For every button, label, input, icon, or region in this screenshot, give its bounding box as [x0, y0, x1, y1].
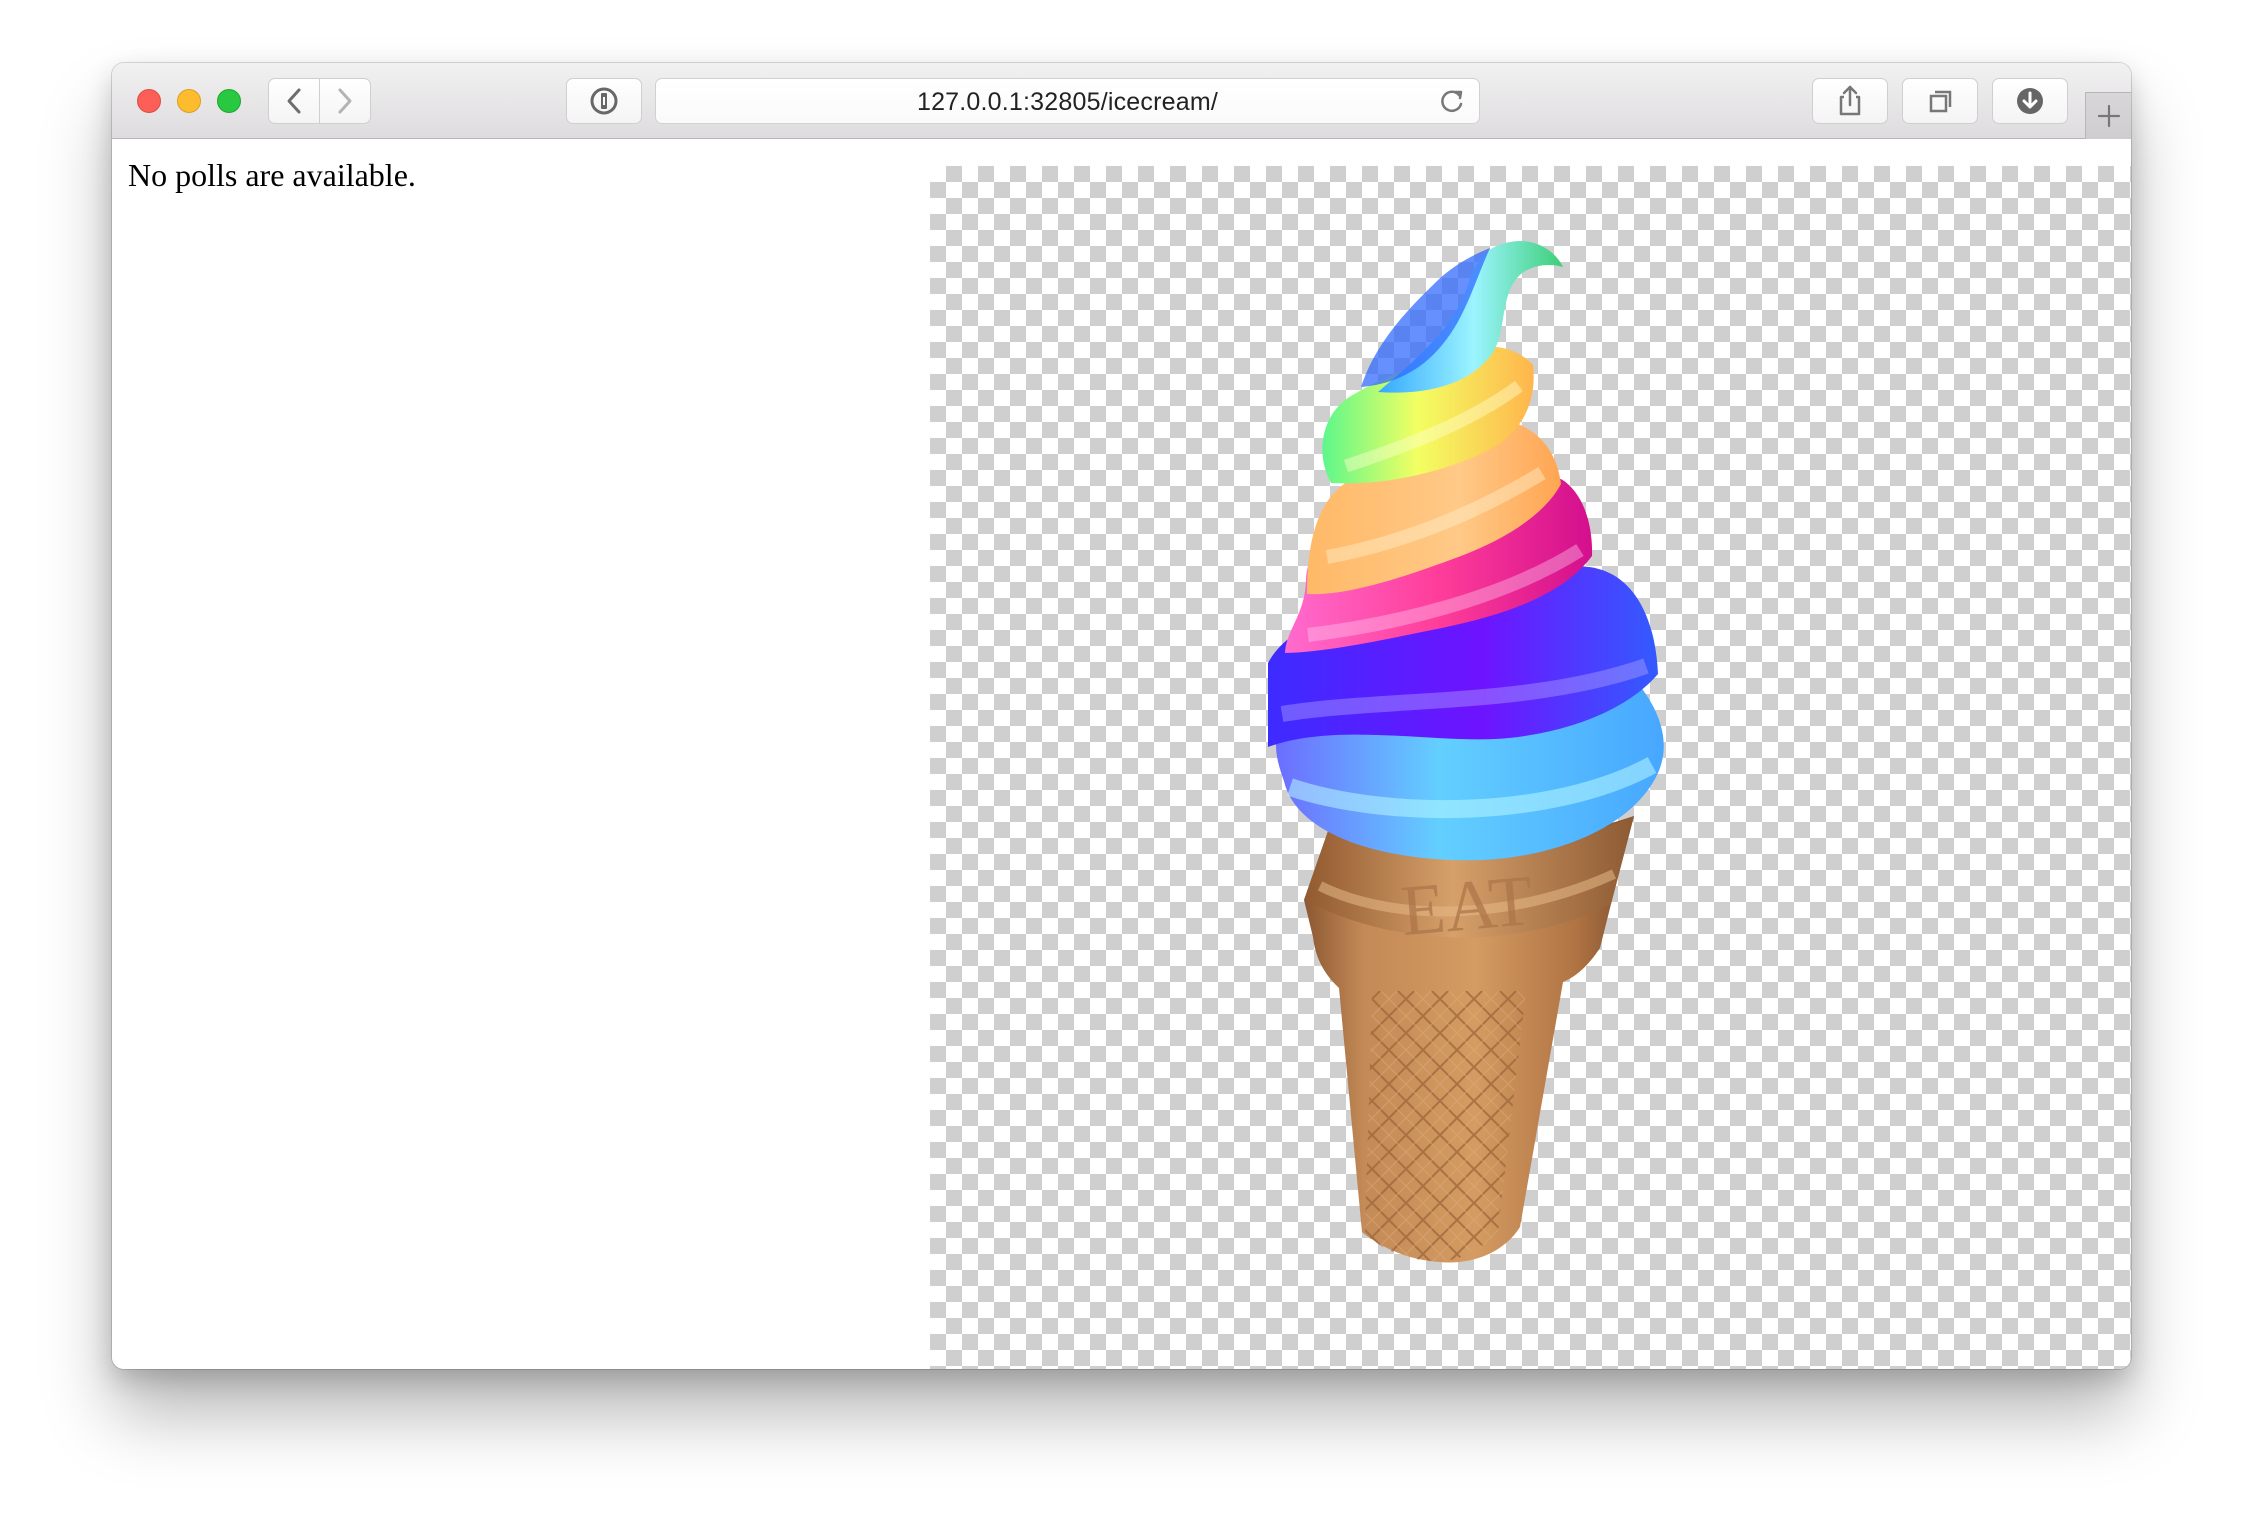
show-tabs-button[interactable]: [1902, 78, 1978, 124]
new-tab-button[interactable]: [2085, 92, 2131, 139]
chevron-right-icon: [338, 88, 352, 114]
address-bar[interactable]: 127.0.0.1:32805/icecream/: [655, 78, 1480, 124]
close-window-button[interactable]: [137, 89, 161, 113]
browser-toolbar: 127.0.0.1:32805/icecream/: [112, 63, 2131, 139]
forward-button[interactable]: [319, 78, 371, 124]
password-button[interactable]: [566, 78, 642, 124]
no-polls-message: No polls are available.: [128, 157, 416, 193]
reload-button[interactable]: [1437, 86, 1467, 116]
browser-window: 127.0.0.1:32805/icecream/ No polls are a…: [112, 63, 2131, 1369]
icecream-image: EAT: [930, 166, 2131, 1369]
screen-background: 127.0.0.1:32805/icecream/ No polls are a…: [0, 0, 2242, 1526]
share-button[interactable]: [1812, 78, 1888, 124]
plus-icon: [2097, 104, 2120, 128]
zoom-window-button[interactable]: [217, 89, 241, 113]
downloads-button[interactable]: [1992, 78, 2068, 124]
tabs-icon: [1929, 90, 1952, 113]
page-content: No polls are available. EAT: [112, 139, 2131, 1369]
download-icon: [2017, 88, 2043, 114]
cone-emboss-text: EAT: [1398, 860, 1536, 951]
reload-icon: [1441, 90, 1463, 113]
rainbow-icecream-cone-image: EAT: [1268, 241, 1664, 1263]
password-key-icon: [590, 87, 618, 115]
chevron-left-icon: [287, 88, 301, 114]
minimize-window-button[interactable]: [177, 89, 201, 113]
back-button[interactable]: [268, 78, 320, 124]
address-url[interactable]: 127.0.0.1:32805/icecream/: [656, 90, 1479, 115]
share-icon: [1839, 85, 1861, 116]
